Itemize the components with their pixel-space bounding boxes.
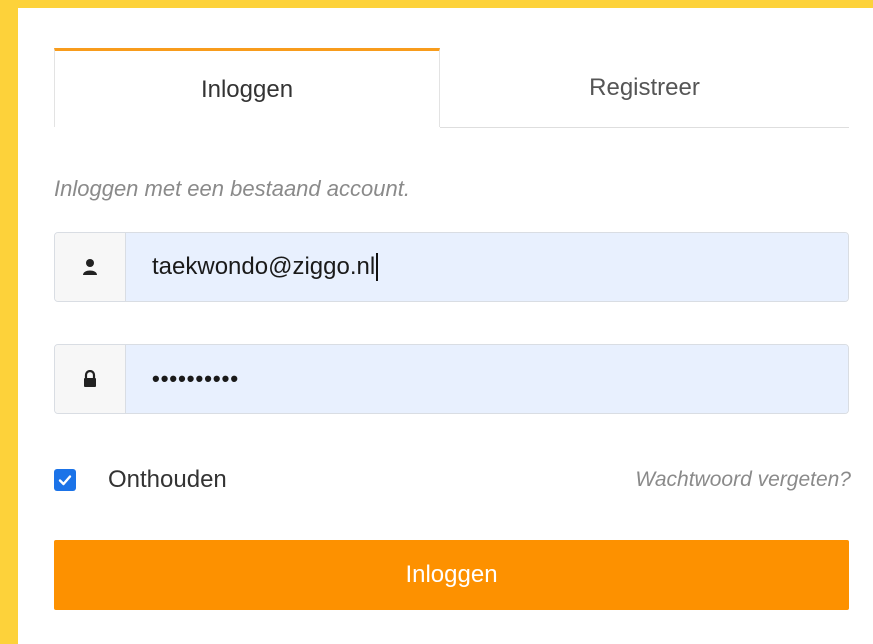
tab-divider [54, 127, 440, 128]
form-subtitle: Inloggen met een bestaand account. [54, 176, 410, 201]
password-field[interactable]: •••••••••• [126, 345, 848, 413]
login-button[interactable]: Inloggen [54, 540, 849, 610]
email-field[interactable]: taekwondo@ziggo.nl [126, 233, 848, 301]
tab-register[interactable]: Registreer [440, 48, 849, 128]
password-value: •••••••••• [152, 366, 240, 391]
user-icon-addon [55, 233, 126, 301]
lock-icon [84, 370, 96, 387]
email-value: taekwondo@ziggo.nl [152, 253, 376, 280]
user-icon [83, 259, 97, 275]
username-input-group: taekwondo@ziggo.nl [54, 232, 849, 302]
text-caret [376, 253, 379, 281]
login-button-label: Inloggen [405, 561, 498, 588]
remember-me[interactable]: Onthouden [54, 466, 227, 494]
remember-checkbox[interactable] [54, 469, 76, 491]
auth-tabs: Inloggen Registreer [54, 48, 849, 130]
password-input-group: •••••••••• [54, 344, 849, 414]
remember-label: Onthouden [108, 466, 227, 493]
forgot-password-link[interactable]: Wachtwoord vergeten? [635, 468, 851, 492]
checkmark-icon [58, 475, 72, 486]
tab-login-label: Inloggen [200, 75, 294, 103]
tab-register-label: Registreer [589, 73, 700, 101]
lock-icon-addon [55, 345, 126, 413]
tab-login[interactable]: Inloggen [54, 48, 440, 128]
login-panel: Inloggen Registreer Inloggen met een bes… [18, 8, 873, 644]
